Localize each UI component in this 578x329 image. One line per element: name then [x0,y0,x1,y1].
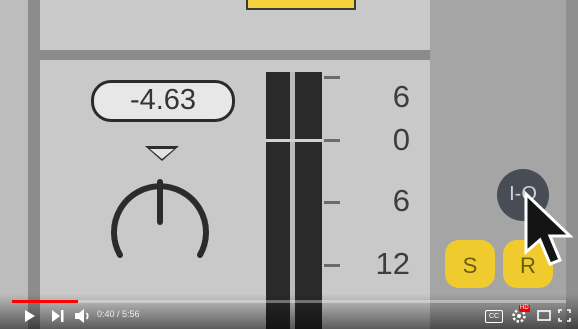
mouse-pointer-icon [524,190,574,266]
time-display: 0:40 / 5:56 [97,309,140,319]
captions-icon[interactable]: CC [485,310,503,323]
meter-zero-line [266,139,322,142]
solo-button-label: S [462,253,478,278]
progress-played [12,300,78,303]
next-icon[interactable] [51,309,65,323]
meter-scale-label: 12 [375,246,410,281]
hd-badge: HD [519,305,530,312]
left-panel [0,0,30,329]
video-frame: -4.63 6 0 6 12 I-O S R 0:40 / 5:56 CC HD [0,0,578,329]
divider-horizontal [40,50,430,60]
meter-tick [324,201,340,204]
clip-slot[interactable] [246,0,356,10]
knob-pointer-fill [150,149,174,159]
play-icon[interactable] [24,309,36,323]
value-readout: -4.63 [129,84,197,116]
meter-scale-label: 6 [392,183,410,218]
meter-channel-divider [290,72,295,329]
solo-button[interactable]: S [445,240,495,288]
fullscreen-icon[interactable] [558,309,571,322]
meter-tick [324,76,340,79]
progress-track[interactable] [12,300,566,303]
volume-icon[interactable] [74,308,92,324]
divider-vertical [28,0,40,329]
meter-tick [324,264,340,267]
pan-knob[interactable] [100,160,220,270]
meter-tick [324,139,340,142]
meter-scale-label: 6 [392,79,410,114]
captions-label: CC [488,313,500,320]
value-readout-field[interactable]: -4.63 [91,80,235,122]
meter-scale-label: 0 [392,122,410,157]
right-edge [566,0,578,329]
theater-mode-icon[interactable] [537,310,551,321]
